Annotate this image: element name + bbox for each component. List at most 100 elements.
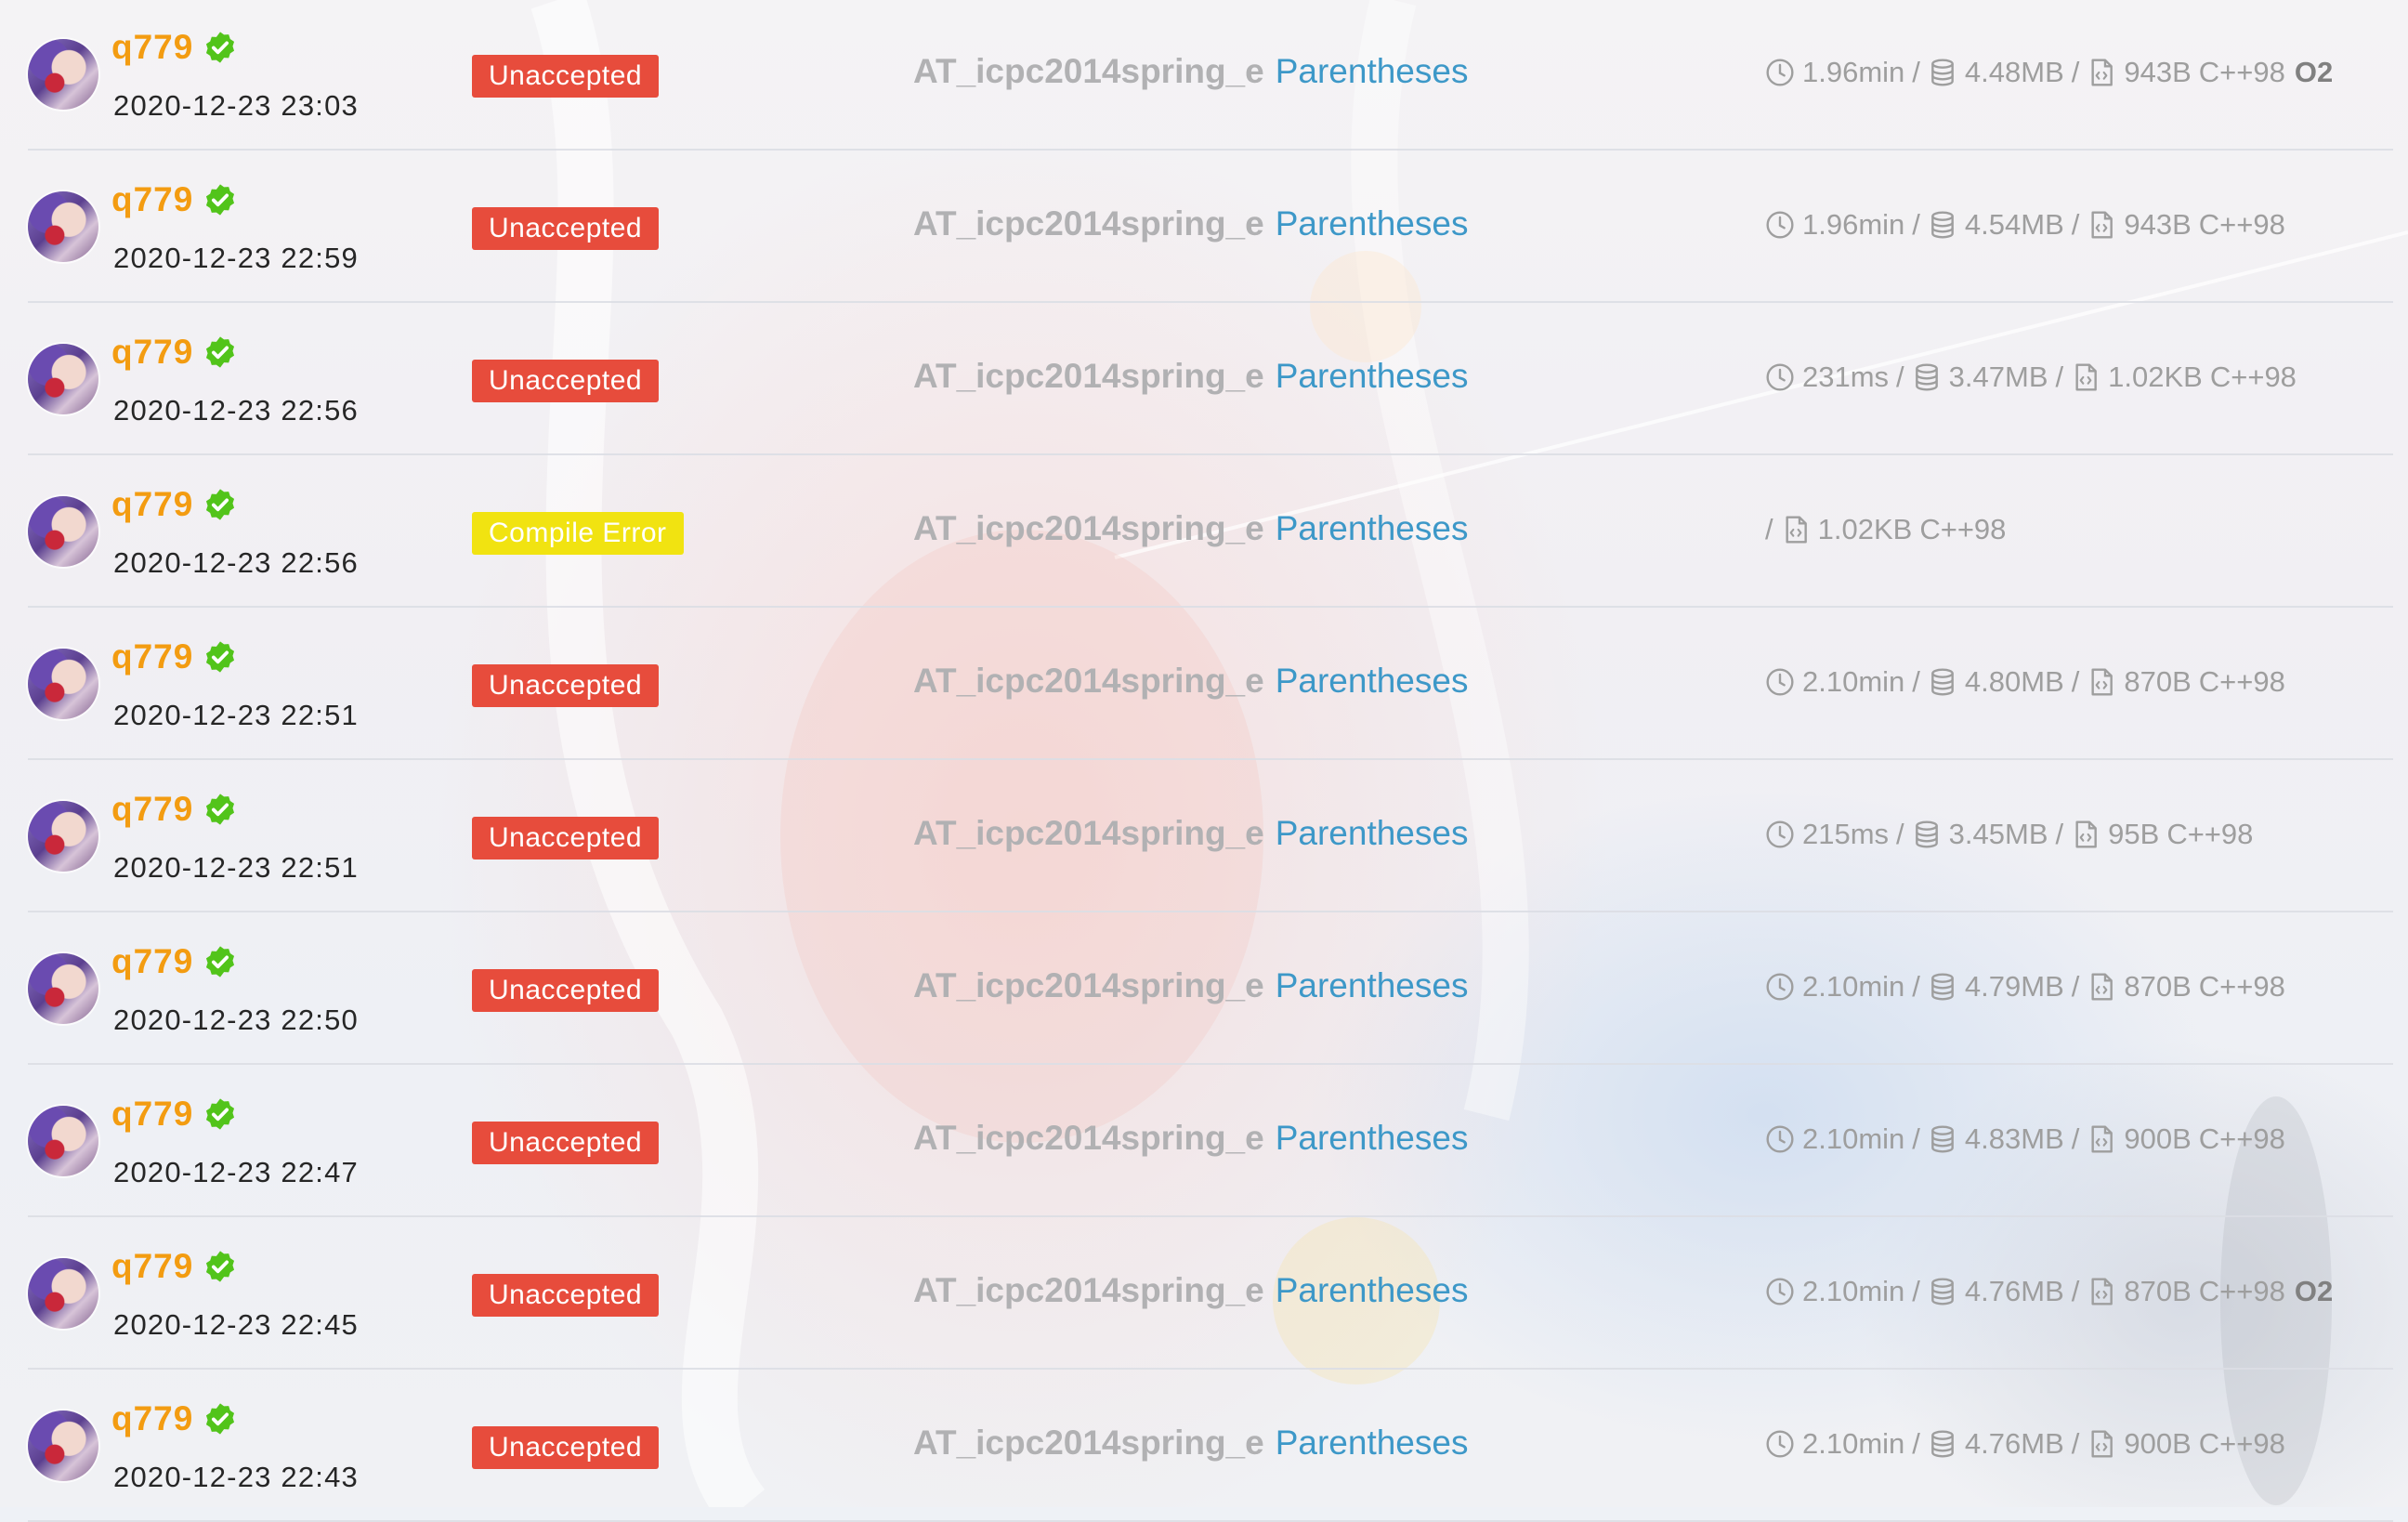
duration: 2.10min	[1802, 970, 1905, 1003]
status-badge[interactable]: Unaccepted	[472, 360, 660, 402]
code-size[interactable]: 1.02KB	[2108, 361, 2203, 394]
username-link[interactable]: q779	[111, 1399, 193, 1438]
status-badge[interactable]: Unaccepted	[472, 817, 660, 859]
clock-icon	[1765, 1277, 1795, 1306]
username-link[interactable]: q779	[111, 180, 193, 219]
avatar[interactable]	[28, 496, 98, 567]
problem-id[interactable]: AT_icpc2014spring_e	[913, 1271, 1264, 1309]
username-link[interactable]: q779	[111, 28, 193, 67]
problem-name[interactable]: Parentheses	[1276, 662, 1469, 700]
problem-name[interactable]: Parentheses	[1276, 1271, 1469, 1309]
problem-name[interactable]: Parentheses	[1276, 52, 1469, 90]
avatar[interactable]	[28, 39, 98, 110]
status-badge[interactable]: Unaccepted	[472, 1274, 660, 1317]
separator: /	[1912, 1275, 1920, 1307]
username-link[interactable]: q779	[111, 1247, 193, 1286]
code-size[interactable]: 870B	[2124, 1275, 2191, 1308]
status-badge[interactable]: Unaccepted	[472, 969, 660, 1012]
separator: /	[1912, 665, 1920, 698]
problem-id[interactable]: AT_icpc2014spring_e	[913, 509, 1264, 547]
check-badge-icon	[203, 1401, 238, 1437]
problem-id[interactable]: AT_icpc2014spring_e	[913, 52, 1264, 90]
problem-link[interactable]: AT_icpc2014spring_e Parentheses	[913, 966, 1468, 1005]
username-link[interactable]: q779	[111, 942, 193, 981]
clock-icon	[1765, 667, 1795, 697]
code-size[interactable]: 870B	[2124, 970, 2191, 1004]
username-link[interactable]: q779	[111, 790, 193, 829]
problem-link[interactable]: AT_icpc2014spring_e Parentheses	[913, 1119, 1468, 1158]
language: C++98	[1919, 513, 2007, 545]
problem-id[interactable]: AT_icpc2014spring_e	[913, 1119, 1264, 1157]
separator: /	[1912, 970, 1920, 1003]
problem-name[interactable]: Parentheses	[1276, 509, 1469, 547]
separator: /	[2071, 665, 2080, 698]
problem-name[interactable]: Parentheses	[1276, 1424, 1469, 1462]
user-info: q779	[111, 1399, 238, 1438]
problem-name[interactable]: Parentheses	[1276, 204, 1469, 243]
avatar[interactable]	[28, 649, 98, 719]
problem-link[interactable]: AT_icpc2014spring_e Parentheses	[913, 204, 1468, 243]
username-link[interactable]: q779	[111, 485, 193, 524]
problem-link[interactable]: AT_icpc2014spring_e Parentheses	[913, 1424, 1468, 1463]
check-badge-icon	[203, 1096, 238, 1132]
status-badge[interactable]: Unaccepted	[472, 55, 660, 98]
problem-id[interactable]: AT_icpc2014spring_e	[913, 966, 1264, 1004]
code-size[interactable]: 900B	[2124, 1122, 2191, 1156]
problem-name[interactable]: Parentheses	[1276, 1119, 1469, 1157]
code-size[interactable]: 943B	[2124, 208, 2191, 242]
username-link[interactable]: q779	[111, 637, 193, 676]
user-info: q779	[111, 1247, 238, 1286]
problem-link[interactable]: AT_icpc2014spring_e Parentheses	[913, 357, 1468, 396]
status-badge[interactable]: Unaccepted	[472, 1426, 660, 1469]
user-info: q779	[111, 942, 238, 981]
problem-id[interactable]: AT_icpc2014spring_e	[913, 357, 1264, 395]
clock-icon	[1765, 362, 1795, 392]
problem-id[interactable]: AT_icpc2014spring_e	[913, 814, 1264, 852]
status-badge[interactable]: Unaccepted	[472, 1122, 660, 1164]
language: C++98	[2198, 1275, 2285, 1307]
check-badge-icon	[203, 792, 238, 827]
duration: 2.10min	[1802, 1122, 1905, 1155]
username-link[interactable]: q779	[111, 1095, 193, 1134]
problem-id[interactable]: AT_icpc2014spring_e	[913, 1424, 1264, 1462]
code-size[interactable]: 95B	[2108, 818, 2159, 851]
language: C++98	[2198, 970, 2285, 1003]
code-size[interactable]: 1.02KB	[1818, 513, 1913, 546]
problem-name[interactable]: Parentheses	[1276, 966, 1469, 1004]
avatar[interactable]	[28, 953, 98, 1024]
record-meta: 2.10min/4.76MB/900B C++98	[1765, 1427, 2285, 1461]
separator: /	[2055, 361, 2064, 393]
problem-link[interactable]: AT_icpc2014spring_e Parentheses	[913, 509, 1468, 548]
avatar[interactable]	[28, 801, 98, 872]
code-file-icon	[2087, 1429, 2116, 1459]
code-file-icon	[1781, 515, 1811, 545]
status-badge[interactable]: Unaccepted	[472, 664, 660, 707]
code-size[interactable]: 870B	[2124, 665, 2191, 699]
record-meta: 1.96min/4.48MB/943B C++98 O2	[1765, 56, 2333, 89]
duration: 2.10min	[1802, 1427, 1905, 1460]
avatar[interactable]	[28, 1410, 98, 1481]
problem-name[interactable]: Parentheses	[1276, 357, 1469, 395]
record-meta: 231ms/3.47MB/1.02KB C++98	[1765, 361, 2297, 394]
o2-badge: O2	[2294, 56, 2334, 88]
submit-time: 2020-12-23 22:51	[113, 699, 359, 731]
problem-name[interactable]: Parentheses	[1276, 814, 1469, 852]
avatar[interactable]	[28, 191, 98, 262]
status-badge[interactable]: Compile Error	[472, 512, 684, 555]
code-size[interactable]: 943B	[2124, 56, 2191, 89]
problem-id[interactable]: AT_icpc2014spring_e	[913, 204, 1264, 243]
avatar[interactable]	[28, 1258, 98, 1329]
avatar[interactable]	[28, 344, 98, 414]
record-list: q779 2020-12-23 23:03 Unaccepted AT_icpc201…	[0, 0, 2408, 1522]
code-size[interactable]: 900B	[2124, 1427, 2191, 1461]
problem-link[interactable]: AT_icpc2014spring_e Parentheses	[913, 1271, 1468, 1310]
submit-time: 2020-12-23 22:59	[113, 242, 359, 274]
code-file-icon	[2087, 58, 2116, 87]
avatar[interactable]	[28, 1106, 98, 1176]
status-badge[interactable]: Unaccepted	[472, 207, 660, 250]
problem-link[interactable]: AT_icpc2014spring_e Parentheses	[913, 662, 1468, 701]
problem-id[interactable]: AT_icpc2014spring_e	[913, 662, 1264, 700]
problem-link[interactable]: AT_icpc2014spring_e Parentheses	[913, 52, 1468, 91]
problem-link[interactable]: AT_icpc2014spring_e Parentheses	[913, 814, 1468, 853]
username-link[interactable]: q779	[111, 333, 193, 372]
